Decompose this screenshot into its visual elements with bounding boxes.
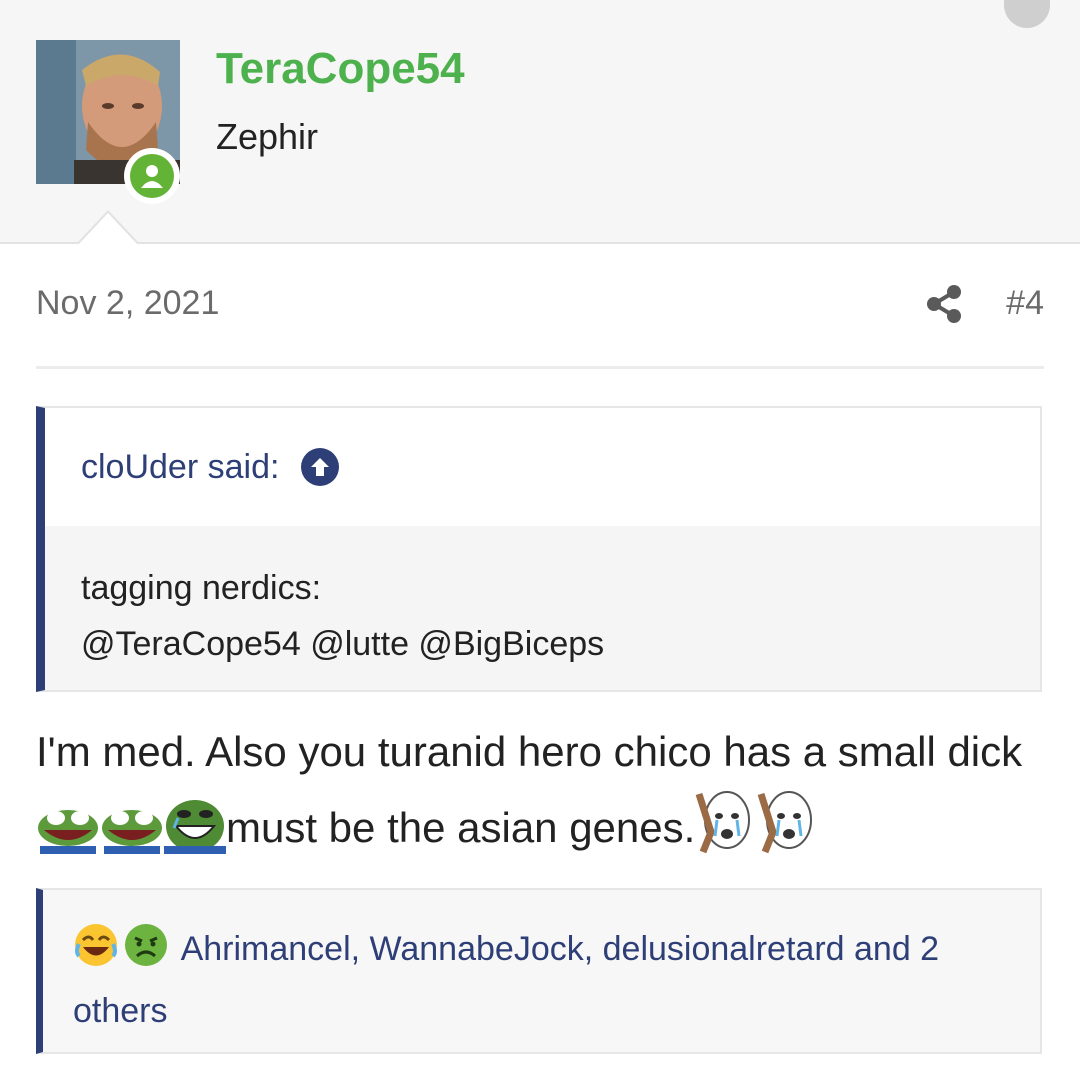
reactions-users-text[interactable]: Ahrimancel, WannabeJock, delusionalretar…	[73, 930, 939, 1030]
user-online-icon	[130, 154, 174, 198]
crying-laughing-emoji-icon	[73, 922, 119, 984]
header-pointer-caret	[76, 210, 140, 245]
author-user-title: Zephir	[216, 116, 319, 157]
post-number-link[interactable]: #4	[1006, 284, 1044, 323]
quote-header[interactable]: cloUder said:	[45, 408, 1040, 526]
quote-block: cloUder said: tagging nerdics: @TeraCope…	[36, 406, 1042, 692]
online-status-badge	[124, 148, 180, 204]
jump-to-quote-icon[interactable]	[301, 448, 340, 486]
sick-face-emoji-icon	[123, 922, 169, 984]
share-icon[interactable]	[924, 284, 964, 324]
post-date[interactable]: Nov 2, 2021	[36, 284, 219, 323]
message-text: must be the asian genes.	[226, 804, 696, 851]
quote-content: tagging nerdics: @TeraCope54 @lutte @Big…	[45, 526, 1040, 690]
pepe-laugh-emoji	[100, 804, 164, 876]
scroll-indicator[interactable]	[1004, 0, 1050, 28]
pepe-laugh-emoji	[36, 804, 100, 876]
quote-mentions[interactable]: @TeraCope54 @lutte @BigBiceps	[81, 616, 1040, 672]
user-header: TeraCope54 Zephir	[0, 0, 1080, 244]
quote-author[interactable]: cloUder said:	[81, 448, 279, 487]
crying-wojak-emoji	[695, 788, 757, 876]
author-username[interactable]: TeraCope54	[216, 44, 465, 94]
pepe-crying-laugh-emoji	[164, 798, 226, 876]
quote-line: tagging nerdics:	[81, 569, 322, 607]
divider	[36, 366, 1044, 369]
reactions-bar[interactable]: Ahrimancel, WannabeJock, delusionalretar…	[36, 888, 1042, 1054]
message-text: I'm med. Also you turanid hero chico has…	[36, 728, 1023, 775]
crying-wojak-emoji	[757, 788, 819, 876]
post-message: I'm med. Also you turanid hero chico has…	[36, 716, 1046, 876]
